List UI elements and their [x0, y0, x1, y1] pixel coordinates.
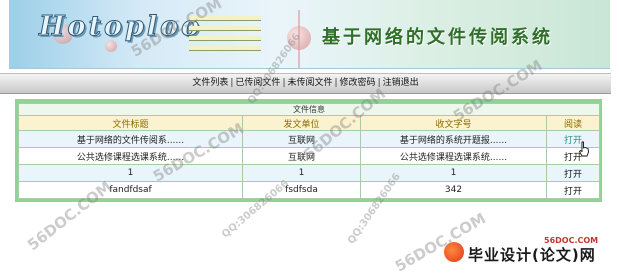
- column-header-read: 阅读: [546, 115, 600, 131]
- cell-number: 342: [360, 181, 547, 199]
- cell-number: 基于网络的系统开题报......: [360, 130, 547, 148]
- nav-change-password[interactable]: 修改密码: [338, 78, 378, 88]
- hand-cursor-icon: [579, 141, 589, 157]
- brand-logo: 56DOC.COM 毕业设计(论文)网: [440, 236, 616, 266]
- brand-badge-icon: [444, 242, 464, 262]
- cell-unit: fsdfsda: [242, 181, 361, 199]
- file-info-panel: 文件信息 文件标题 发文单位 收文字号 阅读 基于网络的文件传阅系...... …: [15, 99, 602, 202]
- brand-text: 毕业设计(论文)网: [468, 246, 596, 264]
- cell-unit: 互联网: [242, 147, 361, 165]
- cell-number: 公共选修课程选课系统......: [360, 147, 547, 165]
- site-logo: Hotoploo: [38, 11, 203, 43]
- main-nav: 文件列表 | 已传阅文件 | 未传阅文件 | 修改密码 | 注销退出: [0, 73, 611, 94]
- table-row: 基于网络的文件传阅系...... 互联网 基于网络的系统开题报...... 打开: [18, 130, 600, 148]
- table-row: fandfdsaf fsdfsda 342 打开: [18, 181, 600, 199]
- nav-uncirculated-files[interactable]: 未传阅文件: [285, 78, 334, 88]
- site-title: 基于网络的文件传阅系统: [322, 27, 553, 48]
- cell-title: 1: [18, 164, 243, 182]
- file-table: 文件信息 文件标题 发文单位 收文字号 阅读 基于网络的文件传阅系...... …: [18, 103, 600, 199]
- decorative-pole: [298, 10, 300, 68]
- table-row: 公共选修课程选课系统...... 互联网 公共选修课程选课系统...... 打开: [18, 147, 600, 165]
- table-caption: 文件信息: [18, 103, 600, 116]
- cell-unit: 互联网: [242, 130, 361, 148]
- table-row: 1 1 1 打开: [18, 164, 600, 182]
- cell-unit: 1: [242, 164, 361, 182]
- header-banner: Hotoploo 基于网络的文件传阅系统: [9, 0, 610, 69]
- open-link[interactable]: 打开: [564, 187, 582, 197]
- nav-file-list[interactable]: 文件列表: [190, 78, 230, 88]
- column-header-title: 文件标题: [18, 115, 243, 131]
- cell-title: 公共选修课程选课系统......: [18, 147, 243, 165]
- column-header-number: 收文字号: [360, 115, 547, 131]
- cell-title: 基于网络的文件传阅系......: [18, 130, 243, 148]
- column-header-unit: 发文单位: [242, 115, 361, 131]
- nav-logout[interactable]: 注销退出: [381, 78, 421, 88]
- decorative-stripes: [189, 16, 261, 58]
- cell-title: fandfdsaf: [18, 181, 243, 199]
- cell-number: 1: [360, 164, 547, 182]
- nav-circulated-files[interactable]: 已传阅文件: [233, 78, 282, 88]
- open-link[interactable]: 打开: [564, 170, 582, 180]
